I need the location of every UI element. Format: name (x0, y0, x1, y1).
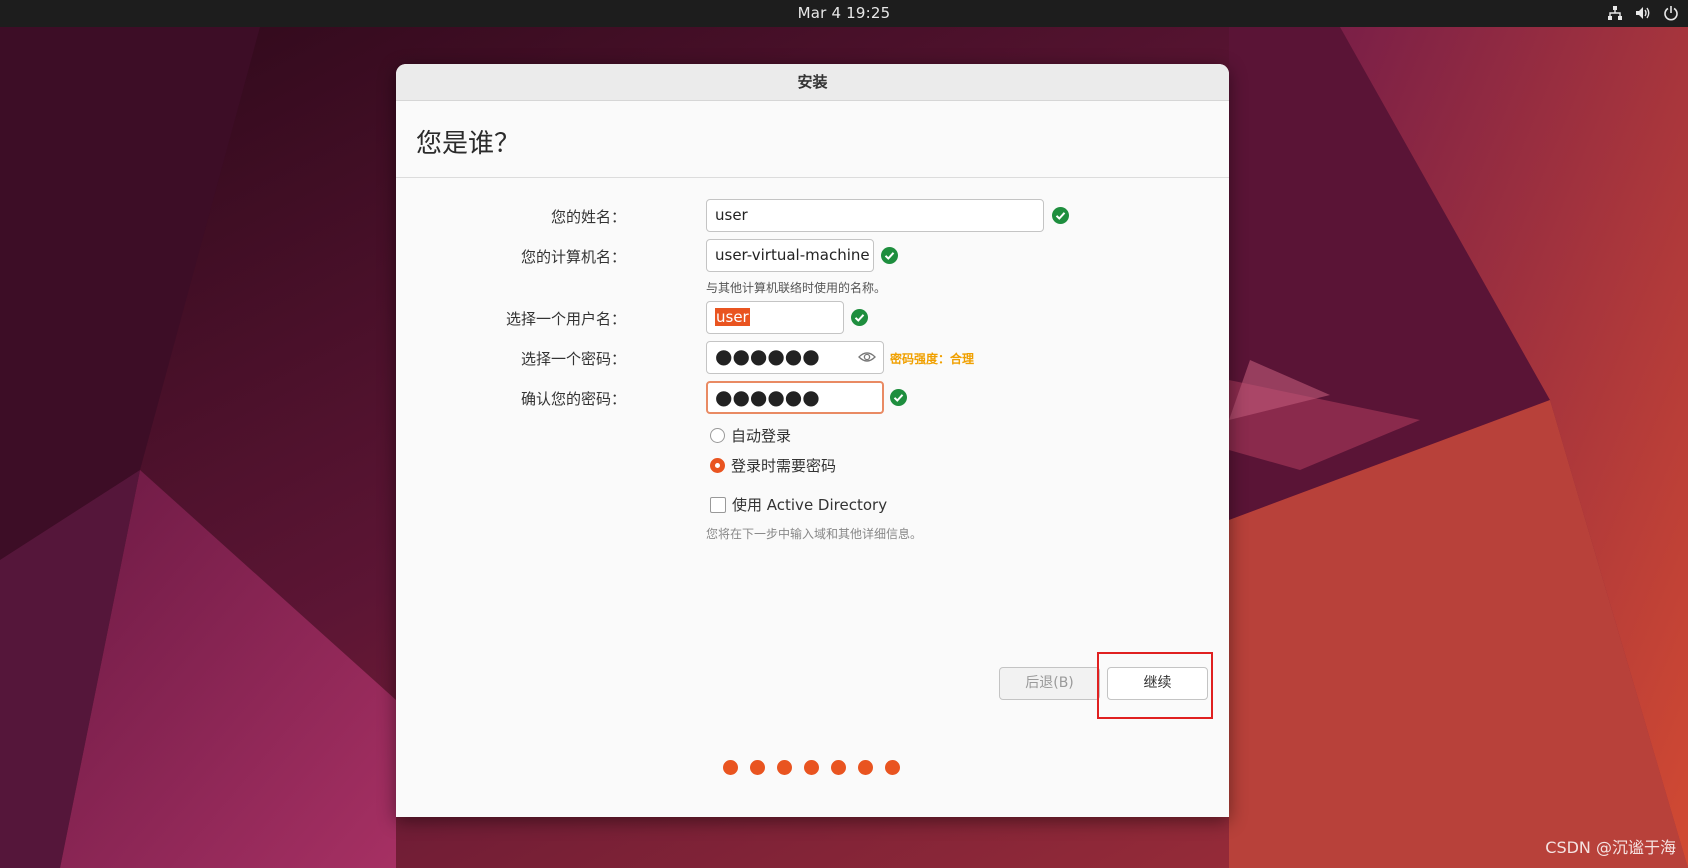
computer-name-label: 您的计算机名： (520, 248, 626, 266)
computer-name-hint: 与其他计算机联络时使用的名称。 (706, 281, 887, 295)
progress-indicator (723, 760, 900, 775)
require-password-label: 登录时需要密码 (731, 457, 837, 475)
progress-dot (831, 760, 846, 775)
username-label: 选择一个用户名： (505, 310, 626, 328)
username-field[interactable]: user (706, 301, 844, 334)
show-password-eye-icon[interactable] (858, 350, 876, 364)
name-label: 您的姓名： (550, 208, 626, 226)
progress-dot (777, 760, 792, 775)
page-title: 您是谁？ (396, 101, 1229, 178)
auto-login-radio-row[interactable]: 自动登录 (710, 425, 791, 446)
window-title: 安装 (396, 64, 1229, 101)
progress-dot (750, 760, 765, 775)
require-password-radio-row[interactable]: 登录时需要密码 (710, 455, 836, 476)
annotation-highlight-box (1097, 652, 1213, 719)
progress-dot (804, 760, 819, 775)
active-directory-checkbox[interactable] (710, 496, 726, 513)
username-valid-check-icon (851, 309, 868, 326)
volume-icon[interactable] (1634, 4, 1652, 22)
progress-dot (723, 760, 738, 775)
back-button[interactable]: 后退(B) (999, 667, 1100, 700)
active-directory-check-row[interactable]: 使用 Active Directory (710, 494, 887, 515)
confirm-password-label: 确认您的密码： (520, 390, 626, 408)
active-directory-hint: 您将在下一步中输入域和其他详细信息。 (706, 527, 923, 541)
installer-window: 安装 您是谁？ 您的姓名： user 您的计算机名： user-virtual-… (396, 64, 1229, 817)
auto-login-radio[interactable] (710, 428, 725, 443)
name-field[interactable]: user (706, 199, 1044, 232)
auto-login-label: 自动登录 (731, 427, 792, 445)
computer-name-field[interactable]: user-virtual-machine (706, 239, 874, 272)
network-icon[interactable] (1606, 4, 1624, 22)
watermark: CSDN @沉谧于海 (1545, 838, 1676, 857)
progress-dot (858, 760, 873, 775)
power-icon[interactable] (1662, 4, 1680, 22)
password-strength: 密码强度：合理 (890, 352, 975, 366)
confirm-password-field[interactable]: ●●●●●● (706, 381, 884, 414)
computer-name-valid-check-icon (881, 247, 898, 264)
progress-dot (885, 760, 900, 775)
system-tray[interactable] (1606, 4, 1680, 22)
confirm-password-valid-check-icon (890, 389, 907, 406)
name-valid-check-icon (1052, 207, 1069, 224)
top-bar: Mar 4 19:25 (0, 0, 1688, 27)
require-password-radio[interactable] (710, 458, 725, 473)
password-label: 选择一个密码： (520, 350, 626, 368)
confirm-password-dots: ●●●●●● (715, 385, 820, 409)
active-directory-label: 使用 Active Directory (732, 496, 888, 514)
password-dots: ●●●●●● (715, 344, 820, 368)
username-selected-text: user (715, 308, 750, 326)
clock[interactable]: Mar 4 19:25 (0, 4, 1688, 22)
